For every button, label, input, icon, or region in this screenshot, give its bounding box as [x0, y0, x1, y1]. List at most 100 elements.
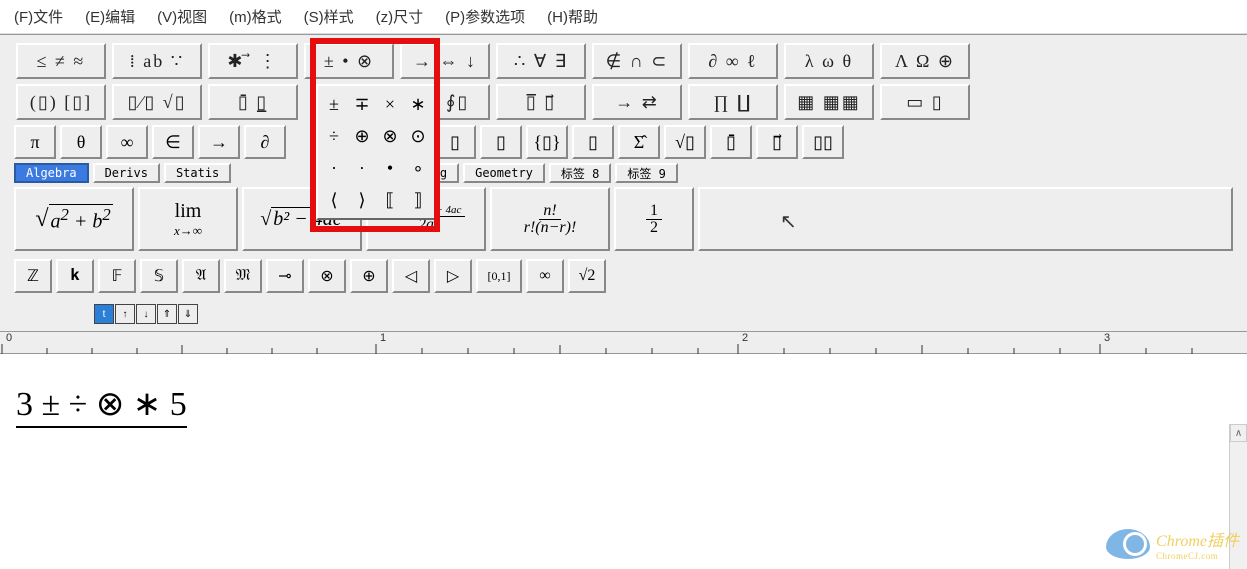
sym2-4[interactable]: Σ̂ — [618, 125, 660, 159]
pop-times[interactable]: × — [382, 94, 398, 114]
tab-9[interactable]: 标签 9 — [615, 163, 677, 183]
ruler[interactable]: 0 1 2 3 — [0, 332, 1247, 354]
sym2-6[interactable]: ▯̄ — [710, 125, 752, 159]
pop-div[interactable]: ÷ — [326, 126, 342, 146]
sym2-2[interactable]: {▯} — [526, 125, 568, 159]
scroll-up-icon[interactable]: ∧ — [1230, 424, 1247, 442]
pop-ast[interactable]: ∗ — [410, 94, 426, 114]
pop-circ[interactable]: ∘ — [410, 158, 426, 178]
pop-rrbracket[interactable]: ⟧ — [410, 190, 426, 210]
editor-area[interactable]: 3 ± ÷ ⊗ ∗ 5 — [0, 354, 1247, 514]
menu-help[interactable]: (H)帮助 — [547, 6, 598, 27]
bsym-a[interactable]: 𝔄 — [182, 259, 220, 293]
bsym-s[interactable]: 𝕊 — [140, 259, 178, 293]
tab-geometry[interactable]: Geometry — [463, 163, 545, 183]
pop-bullet2[interactable]: • — [382, 158, 398, 178]
template-fractions[interactable]: ▯⁄▯ √▯ — [112, 84, 202, 120]
symbol-row: π θ ∞ ∈ → ∂ ▯ ▯ {▯} ▯ Σ̂ √▯ ▯̄ ▯⃗ ▯▯ — [8, 125, 1239, 159]
sym-in[interactable]: ∈ — [152, 125, 194, 159]
sym-theta[interactable]: θ — [60, 125, 102, 159]
sym2-0[interactable]: ▯ — [434, 125, 476, 159]
menu-file[interactable]: (F)文件 — [14, 6, 63, 27]
formula-permutation[interactable]: n!r!(n−r)! — [490, 187, 610, 251]
bsym-multimap[interactable]: ⊸ — [266, 259, 304, 293]
palette-misc[interactable]: ∂ ∞ ℓ — [688, 43, 778, 79]
formula-pythagoras[interactable]: √a2 + b2 — [14, 187, 134, 251]
sym-partial[interactable]: ∂ — [244, 125, 286, 159]
formula-row: √a2 + b2 limx→∞ √b² − 4ac −b ± √ b² − 4a… — [8, 183, 1239, 255]
palette-operators[interactable]: ± • ⊗ — [304, 43, 394, 79]
pop-langle[interactable]: ⟨ — [326, 190, 342, 210]
bsym-tri-l[interactable]: ◁ — [392, 259, 430, 293]
bsym-f[interactable]: 𝔽 — [98, 259, 136, 293]
template-underover[interactable]: ▯̅ ▯⃗ — [496, 84, 586, 120]
bsym-m[interactable]: 𝔐 — [224, 259, 262, 293]
mini-3[interactable]: ⇑ — [157, 304, 177, 324]
bsym-sqrt2[interactable]: √2 — [568, 259, 606, 293]
bsym-z[interactable]: ℤ — [14, 259, 52, 293]
pop-oplus[interactable]: ⊕ — [354, 126, 370, 146]
tab-algebra[interactable]: Algebra — [14, 163, 89, 183]
palette-logic[interactable]: ∴ ∀ ∃ — [496, 43, 586, 79]
menu-prefs[interactable]: (P)参数选项 — [445, 6, 525, 27]
mini-1[interactable]: ↑ — [115, 304, 135, 324]
bottom-symbol-row: ℤ 𝐤 𝔽 𝕊 𝔄 𝔐 ⊸ ⊗ ⊕ ◁ ▷ [0,1] ∞ √2 — [8, 255, 1239, 297]
bsym-interval[interactable]: [0,1] — [476, 259, 522, 293]
mini-toolbar: t ↑ ↓ ⇑ ⇓ — [4, 301, 1243, 327]
mini-4[interactable]: ⇓ — [178, 304, 198, 324]
tab-8[interactable]: 标签 8 — [549, 163, 611, 183]
menu-edit[interactable]: (E)编辑 — [85, 6, 135, 27]
watermark: Chrome插件 ChromeCJ.com — [1106, 527, 1239, 561]
sym-pi[interactable]: π — [14, 125, 56, 159]
menu-size[interactable]: (z)尺寸 — [376, 6, 424, 27]
palette-arrows[interactable]: → ⇔ ↓ — [400, 43, 490, 79]
mini-t[interactable]: t — [94, 304, 114, 324]
mini-2[interactable]: ↓ — [136, 304, 156, 324]
sym2-3[interactable]: ▯ — [572, 125, 614, 159]
palette-set[interactable]: ∉ ∩ ⊂ — [592, 43, 682, 79]
palette-greek-lower[interactable]: λ ω θ — [784, 43, 874, 79]
pop-cdot[interactable]: · — [326, 158, 342, 178]
sym2-7[interactable]: ▯⃗ — [756, 125, 798, 159]
formula-half[interactable]: 12 — [614, 187, 694, 251]
template-bars[interactable]: ▯̄ ▯̲ — [208, 84, 298, 120]
bsym-tri-r[interactable]: ▷ — [434, 259, 472, 293]
sym2-5[interactable]: √▯ — [664, 125, 706, 159]
sym2-1[interactable]: ▯ — [480, 125, 522, 159]
tab-row: Algebra Derivs Statis Sets Trig Geometry… — [8, 163, 1239, 183]
formula-limit[interactable]: limx→∞ — [138, 187, 238, 251]
template-arrows2[interactable]: → ⇄ — [592, 84, 682, 120]
template-products[interactable]: ∏ ∐ — [688, 84, 778, 120]
menu-format[interactable]: (m)格式 — [229, 6, 282, 27]
pop-mp[interactable]: ∓ — [354, 94, 370, 114]
bsym-k[interactable]: 𝐤 — [56, 259, 94, 293]
pop-bullet1[interactable]: ∙ — [354, 158, 370, 178]
palette-row-1: ≤ ≠ ≈ ⁞ ab ∵ ✱ ⃗ ⋮ ± • ⊗ → ⇔ ↓ ∴ ∀ ∃ ∉ ∩… — [8, 43, 1239, 79]
template-fences[interactable]: (▯) [▯] — [16, 84, 106, 120]
palette-greek-upper[interactable]: Λ Ω ⊕ — [880, 43, 970, 79]
pop-otimes[interactable]: ⊗ — [382, 126, 398, 146]
pop-odot[interactable]: ⊙ — [410, 126, 426, 146]
pop-rangle[interactable]: ⟩ — [354, 190, 370, 210]
pop-pm[interactable]: ± — [326, 94, 342, 114]
cursor-icon: ↖ — [780, 209, 797, 234]
sym-infty[interactable]: ∞ — [106, 125, 148, 159]
bsym-oplus[interactable]: ⊕ — [350, 259, 388, 293]
palette-relational[interactable]: ≤ ≠ ≈ — [16, 43, 106, 79]
palette-spacing[interactable]: ⁞ ab ∵ — [112, 43, 202, 79]
tab-derivs[interactable]: Derivs — [93, 163, 160, 183]
pop-llbracket[interactable]: ⟦ — [382, 190, 398, 210]
toolbar-area: ≤ ≠ ≈ ⁞ ab ∵ ✱ ⃗ ⋮ ± • ⊗ → ⇔ ↓ ∴ ∀ ∃ ∉ ∩… — [0, 34, 1247, 332]
sym-to[interactable]: → — [198, 125, 240, 159]
sym2-8[interactable]: ▯▯ — [802, 125, 844, 159]
menu-view[interactable]: (V)视图 — [157, 6, 207, 27]
palette-vectors[interactable]: ✱ ⃗ ⋮ — [208, 43, 298, 79]
formula-empty-slot[interactable]: ↖ — [698, 187, 1233, 251]
template-matrices[interactable]: ▦ ▦▦ — [784, 84, 874, 120]
bsym-otimes[interactable]: ⊗ — [308, 259, 346, 293]
tab-statis[interactable]: Statis — [164, 163, 231, 183]
menu-style[interactable]: (S)样式 — [304, 6, 354, 27]
bsym-infty[interactable]: ∞ — [526, 259, 564, 293]
watermark-url: ChromeCJ.com — [1156, 551, 1239, 561]
template-boxes[interactable]: ▭ ▯ — [880, 84, 970, 120]
